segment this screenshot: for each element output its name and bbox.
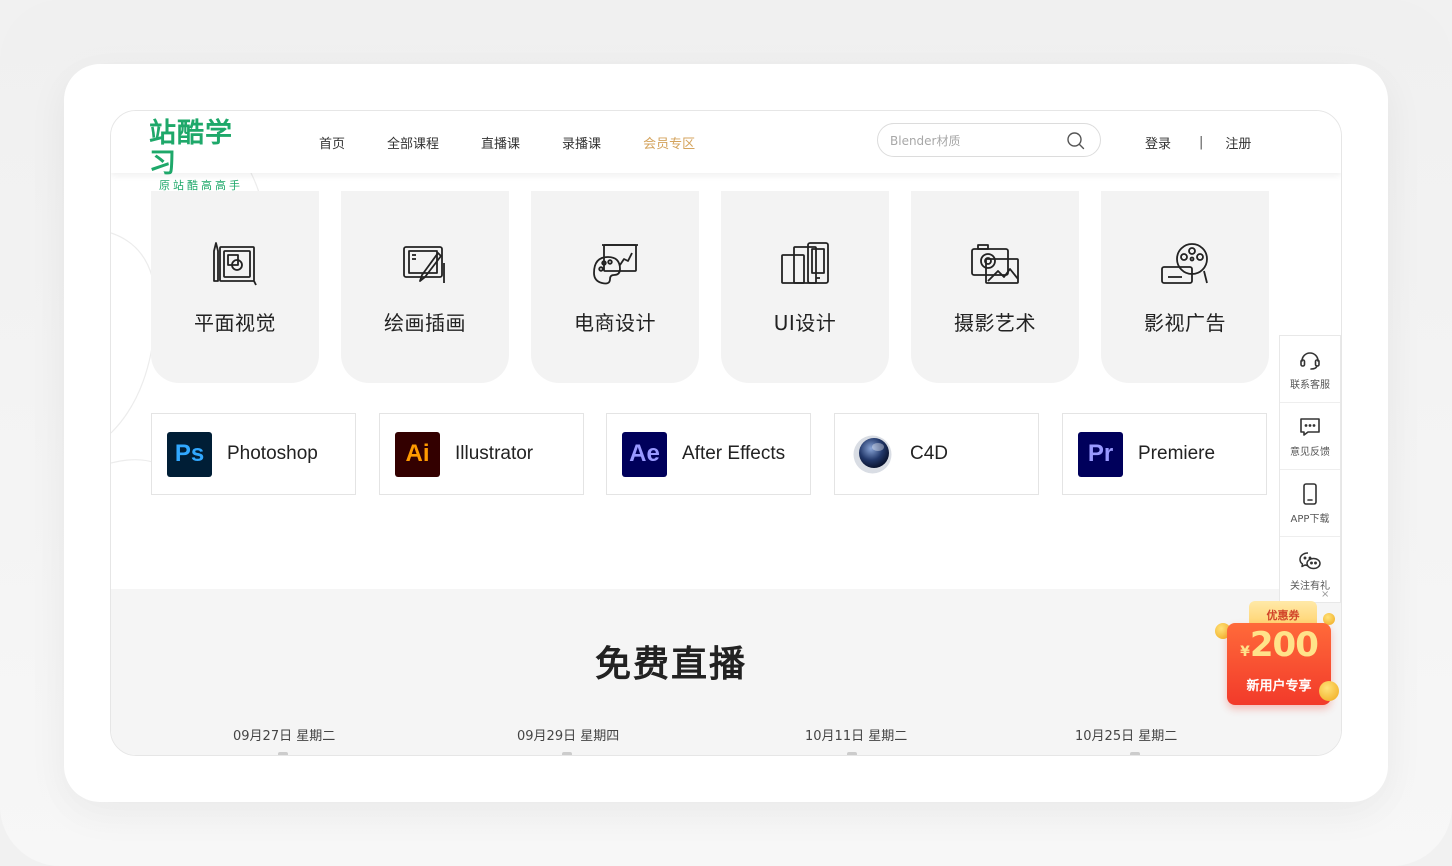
site-header: 站酷学习 原站酷高高手 首页 全部课程 直播课 录播课 会员专区 登录 | 注册 (111, 111, 1341, 193)
auth-links: 登录 | 注册 (1145, 111, 1251, 173)
search-box (877, 123, 1101, 157)
software-name: C4D (910, 443, 949, 464)
category-tile-film-ad[interactable]: 影视广告 (1101, 191, 1269, 383)
photoshop-logo-icon: Ps (167, 431, 212, 477)
live-date-tab[interactable]: 09月27日 星期二 (233, 725, 335, 744)
floating-toolbar: 联系客服 意见反馈 APP下载 关注有礼 (1279, 335, 1341, 603)
nav-item-vip[interactable]: 会员专区 (643, 133, 695, 152)
software-card-premiere[interactable]: Pr Premiere (1062, 413, 1267, 495)
toolbar-item-app-download[interactable]: APP下载 (1280, 470, 1340, 537)
new-user-coupon[interactable]: 优惠券 ¥200 新用户专享 (1211, 601, 1341, 711)
coupon-caption: 新用户专享 (1246, 679, 1312, 694)
ecommerce-icon (593, 244, 638, 285)
site-logo[interactable]: 站酷学习 原站酷高高手 (149, 119, 259, 193)
nav-item-recorded[interactable]: 录播课 (562, 133, 601, 152)
category-label: 电商设计 (574, 311, 656, 335)
coupon-body: ¥200 新用户专享 (1227, 623, 1331, 705)
software-name: Photoshop (227, 443, 318, 464)
wechat-icon (1299, 552, 1321, 570)
login-link[interactable]: 登录 (1145, 133, 1171, 152)
logo-text: 站酷学习 (149, 118, 233, 179)
ui-design-icon (781, 242, 829, 284)
software-card-photoshop[interactable]: Ps Photoshop (151, 413, 356, 495)
feedback-icon (1300, 417, 1320, 436)
site-window: 站酷学习 原站酷高高手 首页 全部课程 直播课 录播课 会员专区 登录 | 注册 (110, 110, 1342, 756)
nav-item-home[interactable]: 首页 (319, 133, 345, 152)
category-tile-ecommerce[interactable]: 电商设计 (531, 191, 699, 383)
category-tile-illustration[interactable]: 绘画插画 (341, 191, 509, 383)
software-card-illustrator[interactable]: Ai Illustrator (379, 413, 584, 495)
coupon-currency: ¥ (1240, 644, 1250, 660)
software-card-c4d[interactable]: C4D (834, 413, 1039, 495)
illustrator-logo-icon: Ai (395, 431, 440, 477)
main-nav: 首页 全部课程 直播课 录播课 会员专区 (319, 111, 737, 173)
timeline-dot (1130, 752, 1140, 755)
category-tiles: 平面视觉 绘画插画 电商设计 UI设计 摄影艺术 影视广告 (151, 191, 1269, 383)
coupon-amount: ¥200 (1227, 625, 1331, 665)
software-name: Premiere (1138, 443, 1216, 464)
category-tile-ui[interactable]: UI设计 (721, 191, 889, 383)
category-label: 摄影艺术 (954, 311, 1036, 335)
category-tile-graphic[interactable]: 平面视觉 (151, 191, 319, 383)
toolbar-label: 意见反馈 (1290, 446, 1330, 458)
coupon-value: 200 (1249, 625, 1319, 665)
toolbar-item-customer-service[interactable]: 联系客服 (1280, 336, 1340, 403)
auth-separator: | (1199, 134, 1204, 150)
live-date-tab[interactable]: 10月11日 星期二 (805, 725, 907, 744)
headset-icon (1300, 351, 1320, 370)
toolbar-item-feedback[interactable]: 意见反馈 (1280, 403, 1340, 470)
live-date-tab[interactable]: 09月29日 星期四 (517, 725, 619, 744)
toolbar-item-follow-gift[interactable]: 关注有礼 (1280, 537, 1340, 604)
software-list: Ps Photoshop Ai Illustrator Ae After Eff… (151, 413, 1267, 495)
c4d-logo-icon (853, 435, 892, 473)
section-title: 免费直播 (594, 644, 747, 685)
category-tile-photography[interactable]: 摄影艺术 (911, 191, 1079, 383)
illustration-icon (403, 246, 445, 283)
software-name: After Effects (682, 443, 786, 464)
register-link[interactable]: 注册 (1225, 133, 1251, 152)
premiere-logo-icon: Pr (1078, 431, 1123, 477)
toolbar-label: APP下载 (1290, 513, 1330, 525)
nav-item-all-courses[interactable]: 全部课程 (387, 133, 439, 152)
timeline-dot (562, 752, 572, 755)
nav-item-live[interactable]: 直播课 (481, 133, 520, 152)
film-ad-icon (1161, 243, 1208, 284)
timeline-dot (847, 752, 857, 755)
toolbar-label: 联系客服 (1290, 379, 1330, 391)
graphic-design-icon (213, 242, 257, 286)
free-live-section: 免费直播 09月27日 星期二 09月29日 星期四 10月11日 星期二 10… (111, 589, 1341, 755)
live-date-tab[interactable]: 10月25日 星期二 (1075, 725, 1177, 744)
timeline-dot (278, 752, 288, 755)
after-effects-logo-icon: Ae (622, 431, 667, 477)
coin-decoration-icon (1319, 681, 1339, 701)
search-input[interactable] (890, 132, 1060, 150)
software-name: Illustrator (455, 443, 534, 464)
category-label: UI设计 (773, 311, 837, 335)
coupon-close-icon[interactable]: × (1321, 589, 1329, 600)
category-label: 影视广告 (1144, 311, 1226, 335)
logo-tagline: 原站酷高高手 (159, 179, 243, 192)
software-card-after-effects[interactable]: Ae After Effects (606, 413, 811, 495)
category-label: 平面视觉 (194, 311, 276, 335)
photography-icon (971, 244, 1019, 284)
category-label: 绘画插画 (384, 311, 466, 335)
search-icon[interactable] (1066, 131, 1086, 151)
phone-icon (1303, 482, 1317, 505)
